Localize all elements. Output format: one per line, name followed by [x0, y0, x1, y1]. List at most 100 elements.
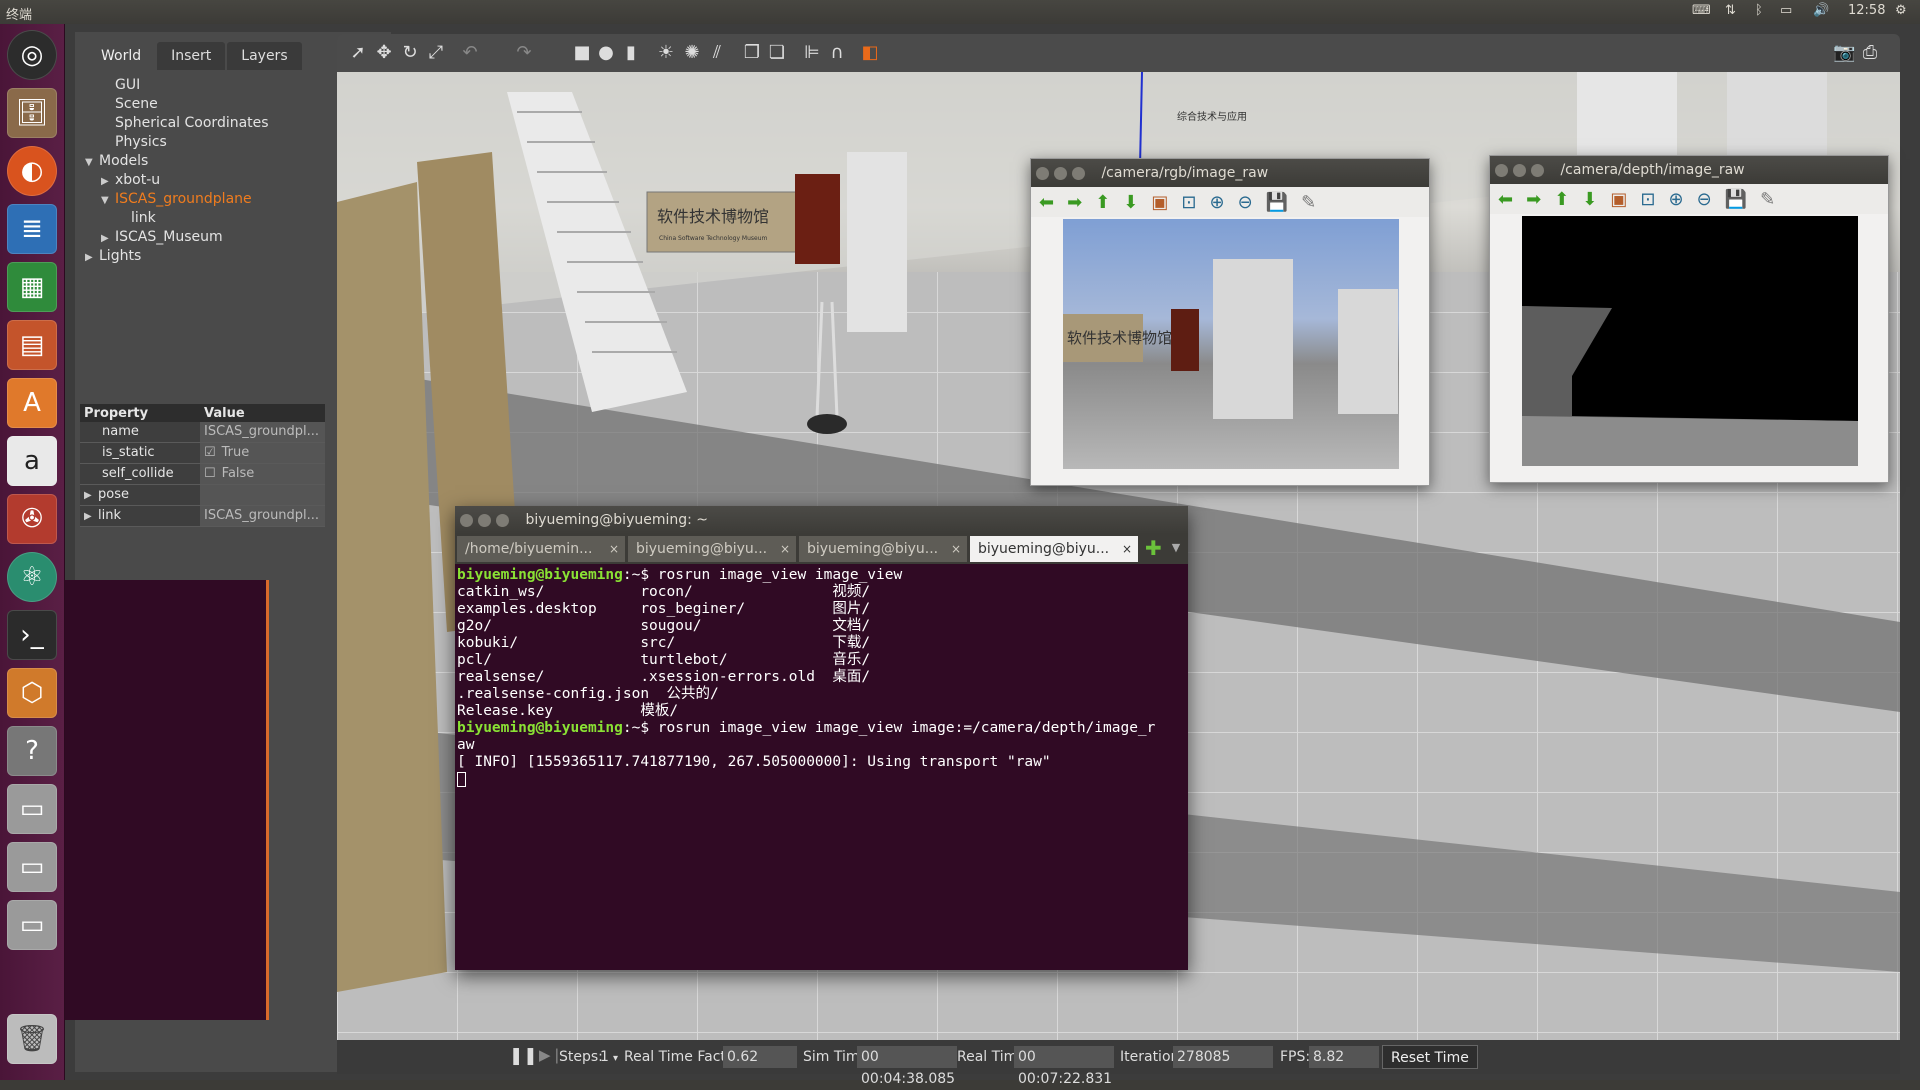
undo-icon[interactable]: ↶ — [459, 42, 481, 64]
virtualbox-icon[interactable]: ⬡ — [7, 668, 57, 718]
zoom-in-icon[interactable]: ⊕ — [1668, 189, 1683, 210]
firefox-icon[interactable]: ◐ — [7, 146, 57, 196]
back-icon[interactable]: ⬅ — [1039, 192, 1054, 213]
redo-icon[interactable]: ↷ — [513, 42, 535, 64]
terminal-tab[interactable]: /home/biyuemin... × — [457, 536, 625, 562]
cylinder-icon[interactable]: ▮ — [620, 42, 642, 64]
close-icon[interactable]: × — [780, 536, 790, 562]
rotate-icon[interactable]: ↻ — [399, 42, 421, 64]
back-icon[interactable]: ⬅ — [1498, 189, 1513, 210]
zoom-out-icon[interactable]: ⊖ — [1697, 189, 1712, 210]
property-row[interactable]: is_static ☑ True — [80, 443, 325, 464]
up-icon[interactable]: ⬆ — [1554, 189, 1569, 210]
steps-chevron-icon[interactable]: ▾ — [613, 1053, 618, 1064]
expand-right-icon[interactable]: ▶ — [101, 229, 115, 248]
drive-icon[interactable]: ▭ — [7, 784, 57, 834]
image-icon[interactable]: ▣ — [1151, 192, 1168, 213]
property-value[interactable]: ISCAS_groundpl... — [200, 506, 325, 526]
expand-down-icon[interactable]: ▼ — [85, 153, 99, 172]
drive-icon[interactable]: ▭ — [7, 900, 57, 950]
view-angle-icon[interactable]: ◧ — [859, 42, 881, 64]
property-row[interactable]: name ISCAS_groundpl... — [80, 422, 325, 443]
close-icon[interactable]: × — [1122, 536, 1132, 562]
copy-icon[interactable]: ❐ — [741, 42, 763, 64]
impress-icon[interactable]: ▤ — [7, 320, 57, 370]
steps-value[interactable]: 1 — [600, 1049, 609, 1065]
forward-icon[interactable]: ➡ — [1526, 189, 1541, 210]
zoom-out-icon[interactable]: ⊖ — [1238, 192, 1253, 213]
property-row[interactable]: ▶ link ISCAS_groundpl... — [80, 506, 325, 527]
directional-light-icon[interactable]: ⫽ — [706, 42, 728, 64]
maximize-icon[interactable] — [496, 513, 509, 527]
amazon-icon[interactable]: a — [7, 436, 57, 486]
select-icon[interactable]: ➚ — [347, 42, 369, 64]
spot-light-icon[interactable]: ✺ — [681, 42, 703, 64]
screenshot-icon[interactable]: 📷 — [1833, 42, 1855, 64]
tab-world[interactable]: World — [87, 42, 156, 70]
maximize-icon[interactable] — [1072, 166, 1085, 180]
maximize-icon[interactable] — [1531, 163, 1544, 177]
zoom-fit-icon[interactable]: ⊡ — [1181, 192, 1196, 213]
log-icon[interactable]: ⎙ — [1859, 42, 1881, 64]
property-value[interactable]: ☐ False — [200, 464, 325, 484]
files-icon[interactable]: 🗄 — [7, 88, 57, 138]
close-icon[interactable]: × — [951, 536, 961, 562]
reset-time-button[interactable]: Reset Time — [1382, 1045, 1478, 1069]
property-value[interactable]: ☑ True — [200, 443, 325, 463]
terminal-icon[interactable]: ›_ — [7, 610, 57, 660]
save-icon[interactable]: 💾 — [1725, 189, 1747, 210]
minimize-icon[interactable] — [478, 513, 491, 527]
volume-icon[interactable]: 🔊 — [1813, 3, 1829, 18]
save-icon[interactable]: 💾 — [1266, 192, 1288, 213]
property-row[interactable]: self_collide ☐ False — [80, 464, 325, 485]
zoom-fit-icon[interactable]: ⊡ — [1640, 189, 1655, 210]
battery-icon[interactable]: ▭ — [1780, 3, 1792, 18]
ubuntu-dash-icon[interactable]: ◎ — [7, 30, 57, 80]
checkbox[interactable]: ☑ — [204, 445, 216, 460]
settings-icon[interactable]: ✎ — [1301, 192, 1316, 213]
sphere-icon[interactable]: ● — [595, 42, 617, 64]
terminal-tab-active[interactable]: biyueming@biyu... × — [970, 536, 1138, 562]
network-icon[interactable]: ⇅ — [1725, 3, 1736, 18]
terminal-tab[interactable]: biyueming@biyu... × — [799, 536, 967, 562]
help-icon[interactable]: ? — [7, 726, 57, 776]
expand-right-icon[interactable]: ▶ — [85, 248, 99, 267]
terminal-titlebar[interactable]: biyueming@biyueming: ~ — [455, 506, 1188, 534]
minimize-icon[interactable] — [1513, 163, 1526, 177]
expand-right-icon[interactable]: ▶ — [101, 172, 115, 191]
scale-icon[interactable]: ⤢ — [425, 42, 447, 64]
close-icon[interactable] — [460, 513, 473, 527]
paste-icon[interactable]: ❏ — [766, 42, 788, 64]
box-icon[interactable]: ■ — [571, 42, 593, 64]
chevron-down-icon[interactable]: ▼ — [1172, 534, 1180, 564]
zoom-in-icon[interactable]: ⊕ — [1209, 192, 1224, 213]
down-icon[interactable]: ⬇ — [1582, 189, 1597, 210]
property-value[interactable]: ISCAS_groundpl... — [200, 422, 325, 442]
settings-icon[interactable]: ✎ — [1760, 189, 1775, 210]
atom-icon[interactable]: ⚛ — [7, 552, 57, 602]
tab-layers[interactable]: Layers — [227, 42, 302, 70]
rgb-window-titlebar[interactable]: /camera/rgb/image_raw — [1031, 159, 1429, 187]
calc-icon[interactable]: ▦ — [7, 262, 57, 312]
tab-insert[interactable]: Insert — [157, 42, 226, 70]
drive-icon[interactable]: ▭ — [7, 842, 57, 892]
expand-down-icon[interactable]: ▼ — [101, 191, 115, 210]
terminal-tab[interactable]: biyueming@biyu... × — [628, 536, 796, 562]
minimize-icon[interactable] — [1054, 166, 1067, 180]
trash-icon[interactable]: 🗑 — [7, 1014, 57, 1064]
property-value[interactable] — [200, 485, 325, 505]
gear-icon[interactable]: ⚙ — [1895, 3, 1907, 18]
snap-icon[interactable]: ∩ — [826, 42, 848, 64]
down-icon[interactable]: ⬇ — [1123, 192, 1138, 213]
up-icon[interactable]: ⬆ — [1095, 192, 1110, 213]
checkbox[interactable]: ☐ — [204, 466, 216, 481]
point-light-icon[interactable]: ☀ — [655, 42, 677, 64]
close-icon[interactable]: × — [609, 536, 619, 562]
new-tab-icon[interactable]: ✚ — [1145, 534, 1162, 564]
expand-right-icon[interactable]: ▶ — [84, 507, 98, 526]
writer-icon[interactable]: ≣ — [7, 204, 57, 254]
close-icon[interactable] — [1495, 163, 1508, 177]
translate-icon[interactable]: ✥ — [373, 42, 395, 64]
terminal-output[interactable]: biyueming@biyueming:~$ rosrun image_view… — [455, 564, 1188, 791]
bluetooth-icon[interactable]: ᛒ — [1755, 3, 1763, 18]
